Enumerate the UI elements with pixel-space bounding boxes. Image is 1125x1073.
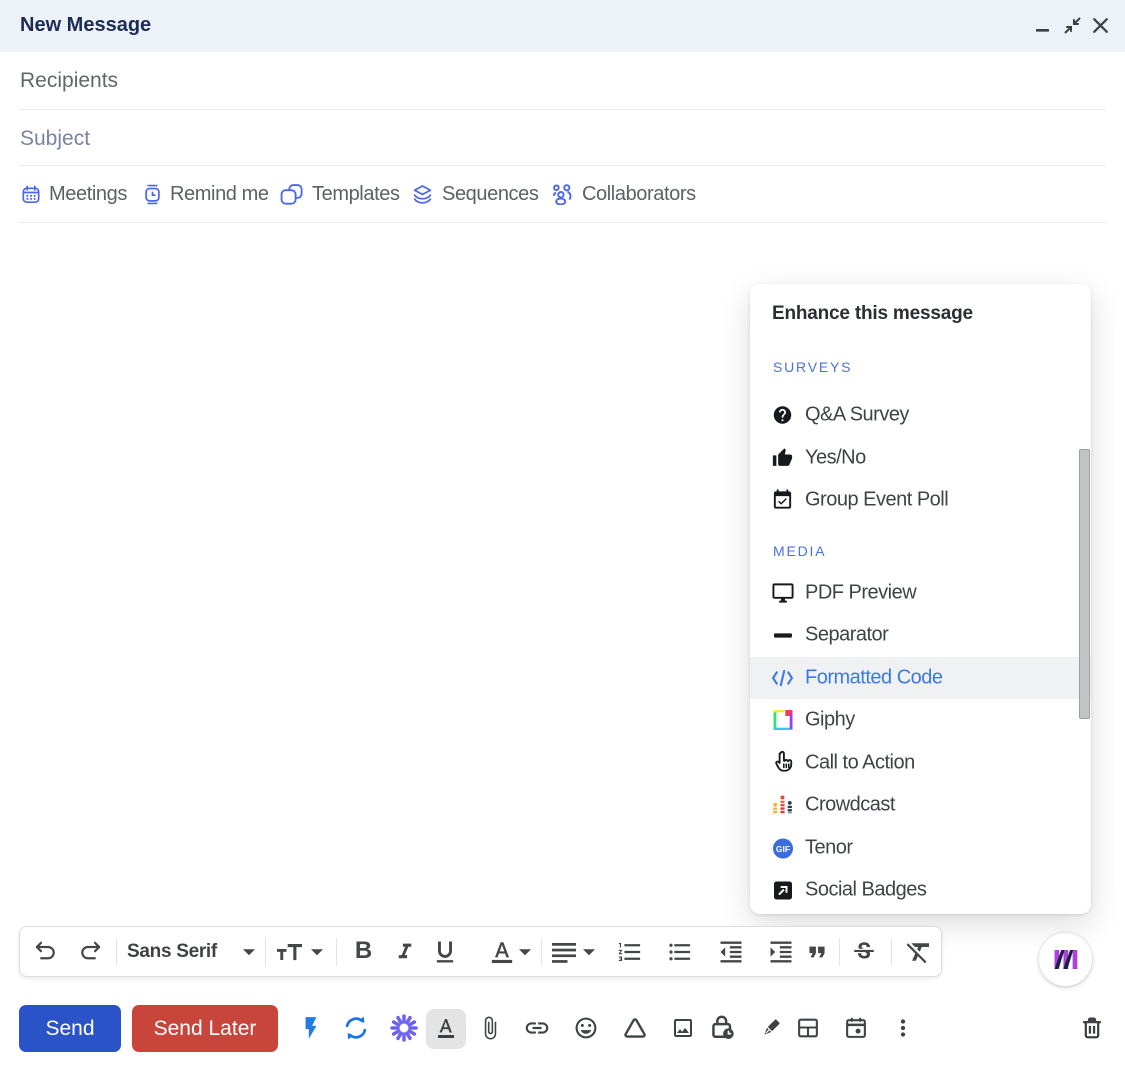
- svg-text:GIF: GIF: [775, 844, 789, 854]
